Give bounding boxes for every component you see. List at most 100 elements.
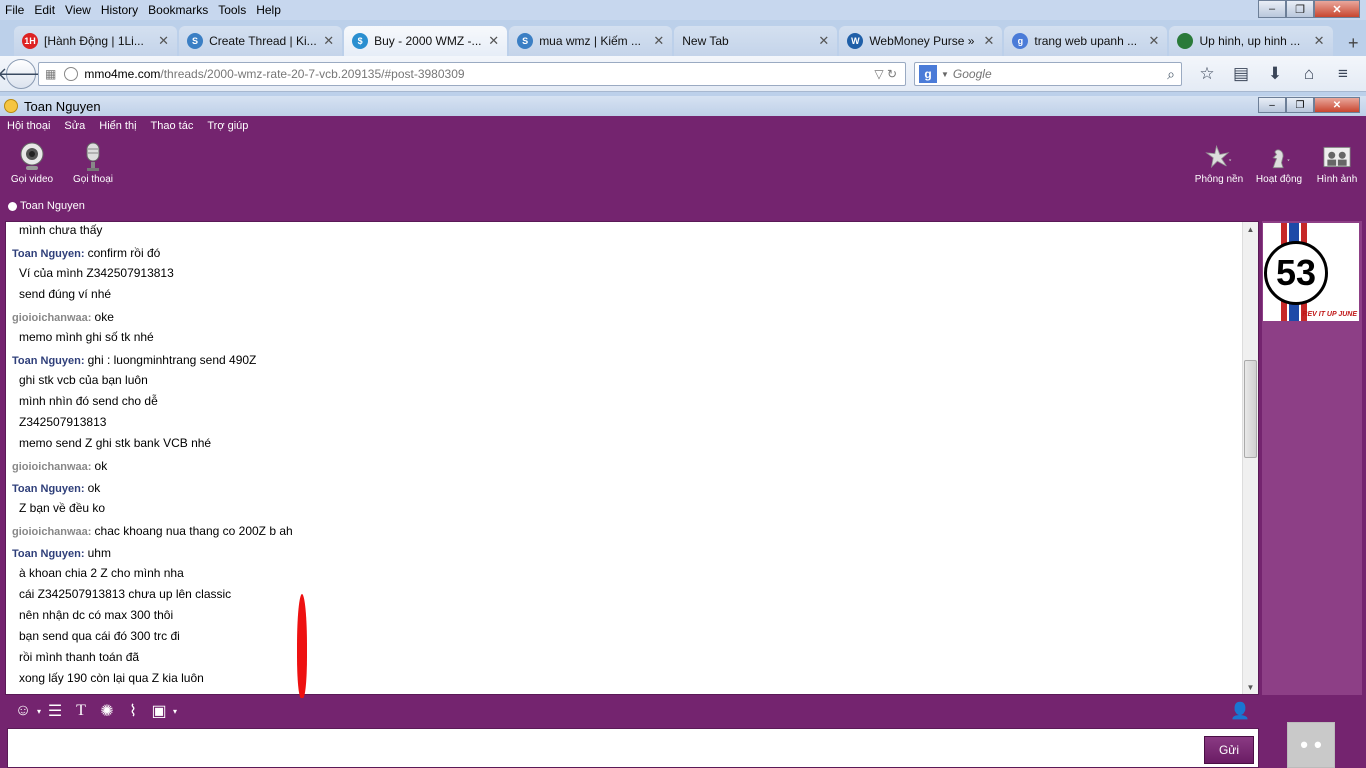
tab-title: New Tab <box>682 34 729 48</box>
voice-call-label: Gọi thoại <box>72 174 114 185</box>
bookmark-star-icon[interactable]: ☆ <box>1190 64 1224 84</box>
message-line: Z342507913813 <box>19 415 107 429</box>
browser-menu-file[interactable]: File <box>0 3 29 17</box>
messenger-menu-item[interactable]: Hiển thị <box>92 120 143 136</box>
tab-close-icon[interactable]: ✕ <box>488 33 499 49</box>
contact-presence[interactable]: Toan Nguyen <box>8 200 85 212</box>
scroll-up-icon[interactable]: ▲ <box>1243 222 1258 236</box>
message-text: ok <box>94 459 108 473</box>
tab-close-icon[interactable]: ✕ <box>323 33 334 49</box>
message-sender: gioioichanwaa <box>12 461 88 473</box>
transcript-scrollbar[interactable]: ▲ ▼ <box>1242 222 1258 694</box>
bookmarks-icon[interactable]: ▤ <box>1224 64 1258 84</box>
message-header: Toan Nguyen: confirm rồi đó <box>12 246 161 260</box>
tab-close-icon[interactable]: ✕ <box>983 33 994 49</box>
browser-tab[interactable]: $ Buy - 2000 WMZ -... ✕ <box>344 26 508 56</box>
message-text: uhm <box>87 546 111 560</box>
search-input[interactable] <box>952 67 1163 81</box>
webcam-icon <box>18 142 46 172</box>
messenger-titlebar: Toan Nguyen <box>0 96 1366 116</box>
message-sender: gioioichanwaa <box>12 526 88 538</box>
tab-close-icon[interactable]: ✕ <box>653 33 664 49</box>
url-bar[interactable]: ▦ mmo4me.com/threads/2000-wmz-rate-20-7-… <box>38 62 906 86</box>
doodle-icon[interactable]: ✺ <box>94 700 120 722</box>
tab-title: Create Thread | Ki... <box>209 34 317 48</box>
message-line: rồi mình thanh toán đã <box>19 650 140 664</box>
message-line: bạn send qua cái đó 300 trc đi <box>19 629 180 643</box>
minimize-button[interactable]: – <box>1258 0 1286 18</box>
home-icon[interactable]: ⌂ <box>1292 64 1326 84</box>
chat-transcript[interactable]: mình chưa thấy Toan Nguyen: confirm rồi đ… <box>5 221 1259 695</box>
url-host: mmo4me.com <box>84 67 161 81</box>
tab-close-icon[interactable]: ✕ <box>818 33 829 49</box>
tab-title: Up hinh, up hinh ... <box>1199 34 1301 48</box>
tab-title: WebMoney Purse » <box>869 34 975 48</box>
text-format-icon[interactable]: T <box>68 700 94 722</box>
search-bar[interactable]: g ▼ ⌕ <box>914 62 1182 86</box>
search-icon[interactable]: ⌕ <box>1167 66 1175 83</box>
video-call-button[interactable]: Gọi video <box>1 142 63 185</box>
browser-tab[interactable]: New Tab ✕ <box>674 26 838 56</box>
photos-button[interactable]: Hình ảnh <box>1306 142 1366 185</box>
contact-avatar[interactable]: 53 REV IT UP JUNE <box>1263 223 1359 321</box>
activity-button[interactable]: Hoạt động <box>1248 142 1310 185</box>
message-line: à khoan chia 2 Z cho mình nha <box>19 566 184 580</box>
browser-tab[interactable]: 1H [Hành Động | 1Li... ✕ <box>14 26 178 56</box>
contact-info-icon[interactable]: 👤 <box>1230 701 1250 721</box>
download-icon[interactable]: ⬇ <box>1258 64 1292 84</box>
messenger-close-button[interactable]: ✕ <box>1314 97 1360 113</box>
chevron-down-icon: ▾ <box>172 706 177 716</box>
activity-icon <box>1265 142 1293 172</box>
browser-tab[interactable]: Smua wmz | Kiếm ... ✕ <box>509 26 673 56</box>
messenger-maximize-button[interactable]: ❐ <box>1286 97 1314 113</box>
message-sender: Toan Nguyen <box>12 548 81 560</box>
tab-close-icon[interactable]: ✕ <box>158 33 169 49</box>
messenger-menu-item[interactable]: Sửa <box>57 120 92 136</box>
message-line: memo send Z ghi stk bank VCB nhé <box>19 436 212 450</box>
menu-icon[interactable]: ≡ <box>1326 64 1360 84</box>
messenger-minimize-button[interactable]: – <box>1258 97 1286 113</box>
browser-menu-edit[interactable]: Edit <box>29 3 60 17</box>
attach-icon[interactable]: ⌇ <box>120 700 146 722</box>
message-sender: gioioichanwaa <box>12 312 88 324</box>
background-button[interactable]: Phông nền <box>1188 142 1250 185</box>
message-line: ghi stk vcb của bạn luôn <box>19 373 148 387</box>
tab-favicon-icon: 1H <box>22 33 38 49</box>
browser-menu-view[interactable]: View <box>60 3 96 17</box>
browser-menu-history[interactable]: History <box>96 3 143 17</box>
browser-tab[interactable]: Up hinh, up hinh ... ✕ <box>1169 26 1333 56</box>
maximize-button[interactable]: ❐ <box>1286 0 1314 18</box>
message-header: Toan Nguyen: ghi : luongminhtrang send 4… <box>12 353 257 367</box>
chat-message: mình chưa thấy <box>6 222 1244 241</box>
scroll-down-icon[interactable]: ▼ <box>1243 680 1258 694</box>
browser-menu-bookmarks[interactable]: Bookmarks <box>143 3 213 17</box>
nudge-icon[interactable]: ☰ <box>42 700 68 722</box>
messenger-menu-item[interactable]: Thao tác <box>144 120 201 136</box>
tab-close-icon[interactable]: ✕ <box>1149 33 1160 49</box>
voice-call-button[interactable]: Gọi thoại <box>62 142 124 185</box>
messenger-menu-item[interactable]: Hội thoại <box>0 120 57 136</box>
new-tab-button[interactable]: + <box>1341 30 1366 56</box>
insert-image-icon[interactable]: ▣ <box>146 700 172 722</box>
messenger-menu-item[interactable]: Trợ giúp <box>200 120 255 136</box>
message-line: mình nhìn đó send cho dễ <box>19 394 158 408</box>
tab-title: trang web upanh ... <box>1034 34 1138 48</box>
message-input[interactable] <box>7 728 1259 768</box>
back-button[interactable]: 🡐 <box>0 59 45 89</box>
close-button[interactable]: ✕ <box>1314 0 1360 18</box>
tab-close-icon[interactable]: ✕ <box>1314 33 1325 49</box>
message-header: Toan Nguyen: uhm <box>12 546 111 560</box>
browser-tab[interactable]: S Create Thread | Ki... ✕ <box>179 26 343 56</box>
reload-icon[interactable]: ▽ ↻ <box>874 67 897 81</box>
browser-tab[interactable]: g trang web upanh ... ✕ <box>1004 26 1168 56</box>
photos-icon <box>1323 142 1351 172</box>
message-line: xong lấy 190 còn lại qua Z kia luôn <box>19 671 204 685</box>
browser-menu-help[interactable]: Help <box>251 3 286 17</box>
browser-tab[interactable]: W WebMoney Purse » ✕ <box>839 26 1003 56</box>
message-text: ok <box>87 481 101 495</box>
browser-menu-tools[interactable]: Tools <box>213 3 251 17</box>
my-avatar[interactable]: • • <box>1287 722 1335 768</box>
emoticon-icon[interactable]: ☺ <box>10 700 36 722</box>
send-button[interactable]: Gửi <box>1204 736 1254 764</box>
scroll-thumb[interactable] <box>1244 360 1257 458</box>
